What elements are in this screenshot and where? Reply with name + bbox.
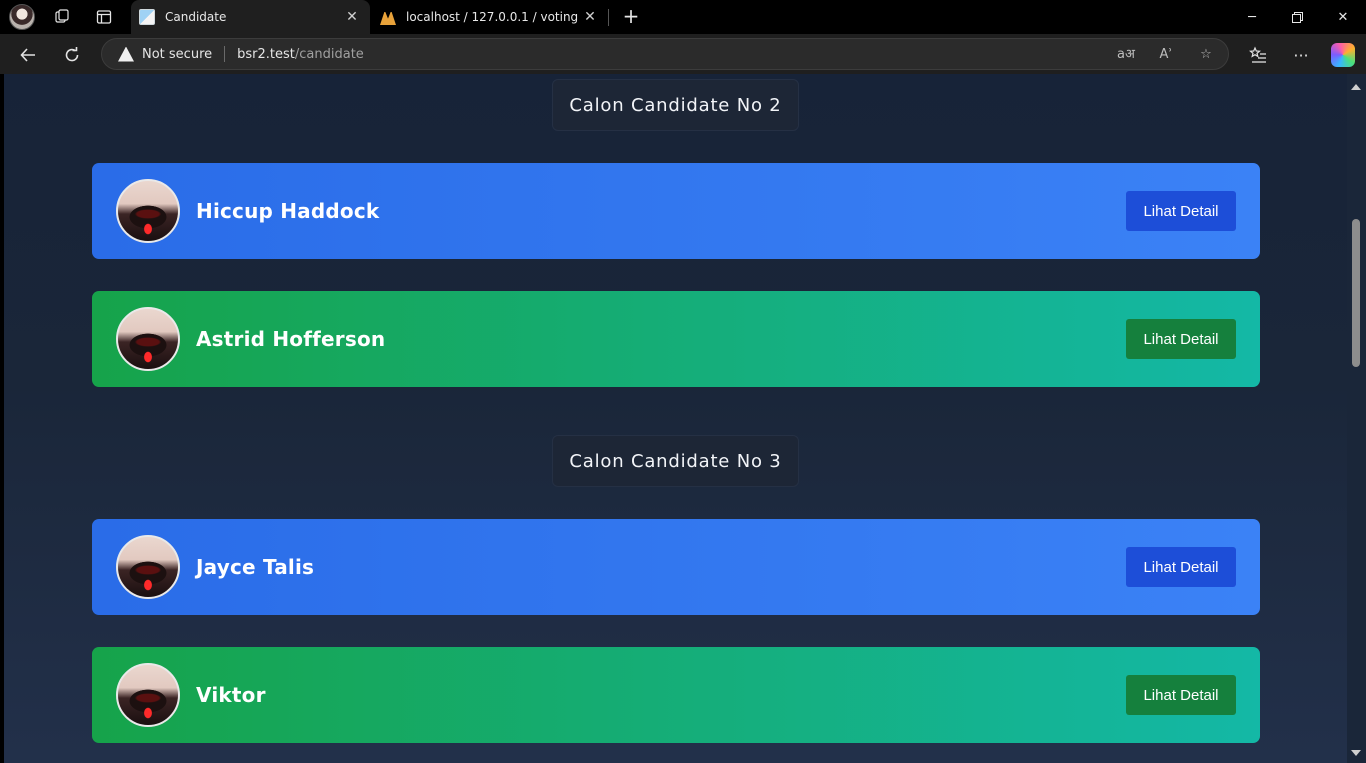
image-favicon-icon <box>139 9 155 25</box>
view-detail-button[interactable]: Lihat Detail <box>1126 191 1236 231</box>
more-icon[interactable]: ··· <box>1287 41 1315 69</box>
address-bar[interactable]: Not secure bsr2.test /candidate aअ Aʾ ☆ <box>101 38 1229 70</box>
profile-avatar[interactable] <box>9 4 35 30</box>
scroll-down-icon[interactable] <box>1351 750 1361 756</box>
candidate-card: Jayce Talis Lihat Detail <box>92 519 1260 615</box>
favorites-list-icon[interactable] <box>1244 41 1272 69</box>
candidate-card: Astrid Hofferson Lihat Detail <box>92 291 1260 387</box>
address-divider <box>224 46 226 62</box>
scroll-thumb[interactable] <box>1352 219 1360 367</box>
candidate-name: Jayce Talis <box>196 555 315 579</box>
browser-title-bar: Candidate ✕ localhost / 127.0.0.1 / voti… <box>0 0 1366 34</box>
reload-icon[interactable] <box>58 41 86 69</box>
candidate-name: Astrid Hofferson <box>196 327 386 351</box>
section-title-no-2: Calon Candidate No 2 <box>552 79 799 131</box>
url-host[interactable]: bsr2.test <box>237 47 295 62</box>
candidate-name: Viktor <box>196 683 266 707</box>
tab-title: localhost / 127.0.0.1 / voting | php <box>406 10 578 24</box>
back-icon[interactable] <box>14 41 42 69</box>
candidate-photo <box>116 535 180 599</box>
browser-toolbar: Not secure bsr2.test /candidate aअ Aʾ ☆ … <box>0 34 1366 74</box>
candidate-card: Viktor Lihat Detail <box>92 647 1260 743</box>
copilot-icon[interactable] <box>1331 43 1355 67</box>
candidate-photo <box>116 663 180 727</box>
candidate-photo <box>116 179 180 243</box>
tab-phpmyadmin[interactable]: localhost / 127.0.0.1 / voting | php ✕ <box>372 0 608 34</box>
read-aloud-icon[interactable]: Aʾ <box>1154 45 1178 65</box>
new-tab-icon[interactable]: + <box>619 5 643 29</box>
restore-icon[interactable] <box>1274 0 1320 34</box>
minimize-icon[interactable]: ─ <box>1229 0 1275 34</box>
tab-title: Candidate <box>165 10 227 24</box>
warning-icon[interactable] <box>118 46 134 62</box>
view-detail-button[interactable]: Lihat Detail <box>1126 547 1236 587</box>
scroll-up-icon[interactable] <box>1351 84 1361 90</box>
workspaces-icon[interactable] <box>50 5 74 29</box>
page-content: Calon Candidate No 2 Hiccup Haddock Liha… <box>4 74 1347 763</box>
translate-icon[interactable]: aअ <box>1114 45 1138 65</box>
url-path[interactable]: /candidate <box>295 47 364 62</box>
security-label[interactable]: Not secure <box>142 47 212 62</box>
tab-actions-icon[interactable] <box>92 5 116 29</box>
star-icon[interactable]: ☆ <box>1194 45 1218 65</box>
tab-divider <box>608 9 609 26</box>
phpmyadmin-favicon-icon <box>380 10 396 25</box>
candidate-photo <box>116 307 180 371</box>
section-title-no-3: Calon Candidate No 3 <box>552 435 799 487</box>
view-detail-button[interactable]: Lihat Detail <box>1126 675 1236 715</box>
page-scrollbar[interactable] <box>1347 74 1366 763</box>
close-icon[interactable]: ✕ <box>578 9 602 25</box>
close-icon[interactable]: ✕ <box>340 9 364 25</box>
window-close-icon[interactable]: ✕ <box>1320 0 1366 34</box>
address-bar-actions: aअ Aʾ ☆ <box>1114 45 1218 65</box>
view-detail-button[interactable]: Lihat Detail <box>1126 319 1236 359</box>
tab-candidate[interactable]: Candidate ✕ <box>131 0 370 34</box>
candidate-name: Hiccup Haddock <box>196 199 380 223</box>
candidate-card: Hiccup Haddock Lihat Detail <box>92 163 1260 259</box>
